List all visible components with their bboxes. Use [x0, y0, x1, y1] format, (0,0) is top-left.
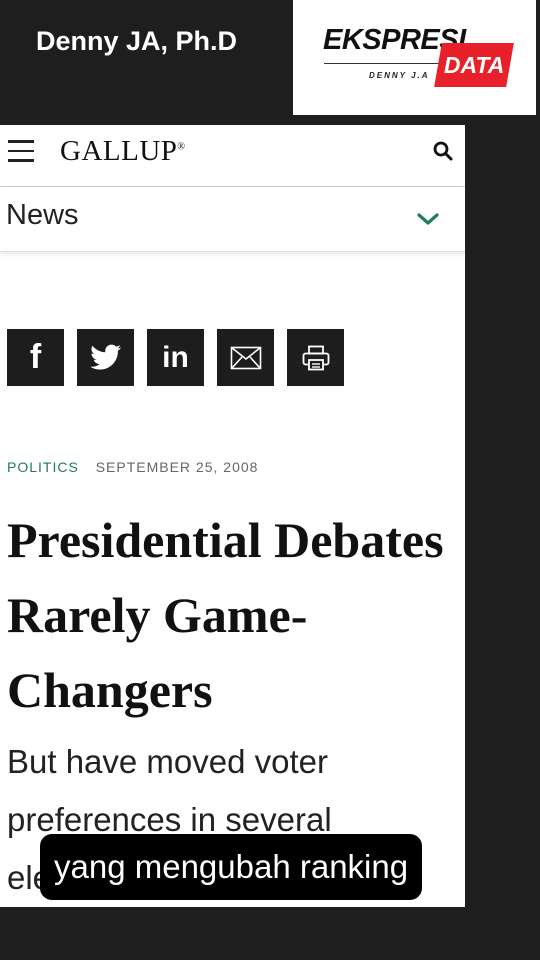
site-logo[interactable]: GALLUP® — [60, 135, 186, 168]
facebook-icon: f — [29, 338, 42, 376]
logo-badge-text: DATA — [443, 51, 505, 78]
share-bar: f in — [7, 329, 344, 386]
print-icon — [302, 345, 329, 370]
article-category[interactable]: POLITICS — [7, 459, 79, 475]
search-icon[interactable] — [432, 140, 454, 162]
chevron-down-icon[interactable] — [416, 210, 440, 228]
gallup-article-page: GALLUP® News f in POLITICS SEPTEMBER 25,… — [0, 125, 465, 907]
section-label: News — [6, 199, 79, 231]
caption-text: yang mengubah ranking — [54, 848, 409, 885]
author-name: Denny JA, Ph.D — [36, 26, 238, 56]
hamburger-menu-icon[interactable] — [8, 140, 34, 162]
facebook-share-button[interactable]: f — [7, 329, 64, 386]
logo-rule — [324, 63, 439, 64]
ekspresi-data-logo: EKSPRESI DENNY J.A DATA — [293, 0, 536, 115]
twitter-icon — [89, 344, 121, 369]
video-caption: yang mengubah ranking — [40, 834, 423, 900]
print-button[interactable] — [287, 329, 344, 386]
brand-name: GALLUP — [60, 135, 178, 167]
section-nav[interactable]: News — [0, 188, 465, 252]
linkedin-icon: in — [162, 340, 189, 374]
article-date: SEPTEMBER 25, 2008 — [95, 459, 259, 475]
linkedin-share-button[interactable]: in — [147, 329, 204, 386]
logo-badge: DATA — [434, 43, 514, 87]
article-meta: POLITICS SEPTEMBER 25, 2008 — [7, 459, 258, 475]
twitter-share-button[interactable] — [77, 329, 134, 386]
logo-sub-text: DENNY J.A — [369, 71, 430, 80]
email-share-button[interactable] — [217, 329, 274, 386]
article-title: Presidential Debates Rarely Game-Changer… — [7, 512, 444, 718]
site-header: GALLUP® — [0, 125, 465, 187]
email-icon — [230, 346, 261, 369]
registered-mark: ® — [177, 141, 186, 153]
